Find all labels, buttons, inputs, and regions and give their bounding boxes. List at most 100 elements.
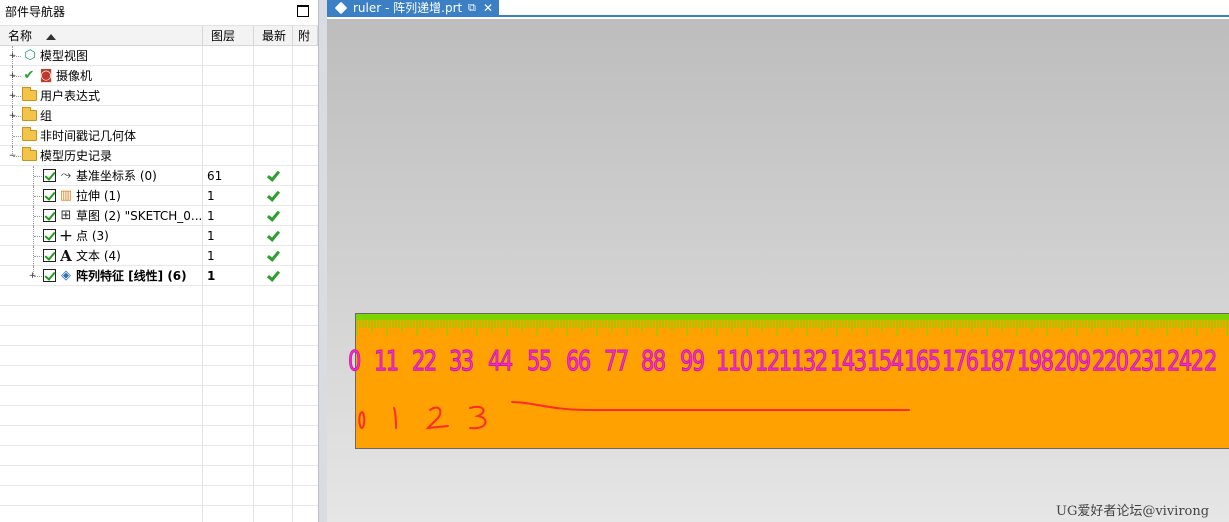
ruler-number-label: 187 <box>979 344 1017 378</box>
column-header-latest[interactable]: 最新 <box>254 26 293 46</box>
column-header-attached[interactable]: 附 <box>293 26 318 46</box>
column-header-layer[interactable]: 图层 <box>203 26 254 46</box>
visibility-checkbox[interactable] <box>43 169 56 182</box>
ruler-number-label: 88 <box>641 344 667 378</box>
sort-ascending-icon <box>46 33 57 40</box>
navigator-tree: + ⬡ 模型视图 + ✔ ◙ 摄像机 + 用户表达式 + 组非时间戳记几何体 − 模型历史记录 ⤳ 基准坐标… <box>0 46 318 522</box>
navigator-title-bar: 部件导航器 <box>0 0 318 22</box>
tree-row[interactable]: A 文本 (4) 1 <box>0 246 318 266</box>
tree-row-label: 文本 (4) <box>76 249 121 263</box>
empty-row <box>0 366 318 386</box>
sketch-line-stroke <box>511 401 910 411</box>
empty-row <box>0 446 318 466</box>
ruler-top-band <box>356 314 1229 320</box>
tree-row-latest <box>259 166 289 186</box>
empty-row <box>0 426 318 446</box>
tree-row-latest <box>259 186 289 206</box>
tree-connector <box>13 136 21 137</box>
tree-row-latest <box>259 206 289 226</box>
tree-row[interactable]: 非时间戳记几何体 <box>0 126 318 146</box>
check-icon: ✔ <box>23 68 35 83</box>
ruler-number-label: 99 <box>680 344 706 378</box>
tree-row[interactable]: + ✔ ◙ 摄像机 <box>0 66 318 86</box>
tree-row[interactable]: + 点 (3) 1 <box>0 226 318 246</box>
ruler-number-label: 165 <box>904 344 942 378</box>
close-icon[interactable]: ✕ <box>483 0 493 16</box>
collapse-icon[interactable]: − <box>8 152 17 161</box>
column-layer-label: 图层 <box>211 29 236 43</box>
tree-row-label: 拉伸 (1) <box>76 189 121 203</box>
ruler-number-label: 66 <box>566 344 592 378</box>
tree-row-name-cell: A 文本 (4) <box>0 246 202 266</box>
tree-row-name-cell: + 点 (3) <box>0 226 202 246</box>
sketch-icon: ⊞ <box>60 208 72 223</box>
tree-row-latest <box>259 226 289 246</box>
tree-row-layer: 1 <box>207 229 215 243</box>
ruler-number-label: 198 <box>1017 344 1055 378</box>
up-to-date-check-icon <box>265 208 281 224</box>
document-tab-title: ruler - 阵列递增.prt <box>353 1 463 15</box>
tree-connector <box>34 236 42 237</box>
tree-row[interactable]: − 模型历史记录 <box>0 146 318 166</box>
navigator-column-header: 名称 图层 最新 附 <box>0 25 318 46</box>
ruler-number-label: 44 <box>488 344 514 378</box>
empty-row <box>0 326 318 346</box>
tree-row[interactable]: + ◈ 阵列特征 [线性] (6) 1 <box>0 266 318 286</box>
up-to-date-check-icon <box>265 268 281 284</box>
tree-row[interactable]: ▥ 拉伸 (1) 1 <box>0 186 318 206</box>
tree-row-label: 阵列特征 [线性] (6) <box>76 269 187 283</box>
up-to-date-check-icon <box>265 188 281 204</box>
tree-row-layer <box>207 66 251 86</box>
expand-icon[interactable]: + <box>8 92 17 101</box>
tree-row-name-cell: ▥ 拉伸 (1) <box>0 186 202 206</box>
tree-connector <box>34 176 42 177</box>
visibility-checkbox[interactable] <box>43 229 56 242</box>
ruler-number-label: 0 <box>348 344 362 378</box>
document-tab[interactable]: ruler - 阵列递增.prt ⧉ ✕ <box>327 0 499 17</box>
text-icon: A <box>60 247 72 265</box>
graphics-viewport[interactable]: 0 11 22 33 44 55 66 77 88 99 110 121 132 143 154 165 176… <box>327 19 1229 522</box>
tree-row[interactable]: ⤳ 基准坐标系 (0) 61 <box>0 166 318 186</box>
visibility-checkbox[interactable] <box>43 209 56 222</box>
panel-splitter[interactable] <box>318 0 327 522</box>
ruler-number-label: 231 <box>1129 344 1167 378</box>
ruler-number-label: 110 <box>716 344 754 378</box>
tree-connector <box>34 216 42 217</box>
empty-row <box>0 506 318 522</box>
visibility-checkbox[interactable] <box>43 249 56 262</box>
expand-icon[interactable]: + <box>28 272 37 281</box>
tree-row-name-cell: + 用户表达式 <box>0 86 202 106</box>
tree-connector <box>34 196 42 197</box>
ruler-number-label: 22 <box>412 344 438 378</box>
model-views-icon: ⬡ <box>24 48 36 63</box>
tree-row[interactable]: + 用户表达式 <box>0 86 318 106</box>
tree-row[interactable]: + 组 <box>0 106 318 126</box>
visibility-checkbox[interactable] <box>43 269 56 282</box>
handwritten-0-stroke <box>358 410 366 430</box>
popout-icon[interactable]: ⧉ <box>468 0 476 16</box>
tree-row-label: 模型历史记录 <box>40 149 113 163</box>
expand-icon[interactable]: + <box>8 52 17 61</box>
tree-row[interactable]: ⊞ 草图 (2) "SKETCH_0... 1 <box>0 206 318 226</box>
tree-row-layer <box>207 146 251 166</box>
tree-row-layer: 1 <box>207 249 215 263</box>
up-to-date-check-icon <box>265 248 281 264</box>
maximize-icon[interactable] <box>297 5 309 17</box>
tree-row-latest <box>259 266 289 286</box>
empty-row <box>0 286 318 306</box>
ruler-number-label: 2 <box>1204 344 1218 378</box>
tree-row-name-cell: + ✔ ◙ 摄像机 <box>0 66 202 86</box>
tree-row-latest <box>259 246 289 266</box>
ruler-number-label: 242 <box>1167 344 1205 378</box>
tree-row-label: 组 <box>40 109 53 123</box>
tree-row-label: 草图 (2) "SKETCH_0... <box>76 209 202 223</box>
tree-row[interactable]: + ⬡ 模型视图 <box>0 46 318 66</box>
point-icon: + <box>58 226 74 246</box>
ruler-number-row: 0 11 22 33 44 55 66 77 88 99 110 121 132 143 154 165 176… <box>348 344 1229 384</box>
expand-icon[interactable]: + <box>8 72 17 81</box>
visibility-checkbox[interactable] <box>43 189 56 202</box>
expand-icon[interactable]: + <box>8 112 17 121</box>
tree-row-layer <box>207 86 251 106</box>
tree-row-name-cell: ⊞ 草图 (2) "SKETCH_0... <box>0 206 202 226</box>
column-header-name[interactable]: 名称 <box>0 26 203 46</box>
